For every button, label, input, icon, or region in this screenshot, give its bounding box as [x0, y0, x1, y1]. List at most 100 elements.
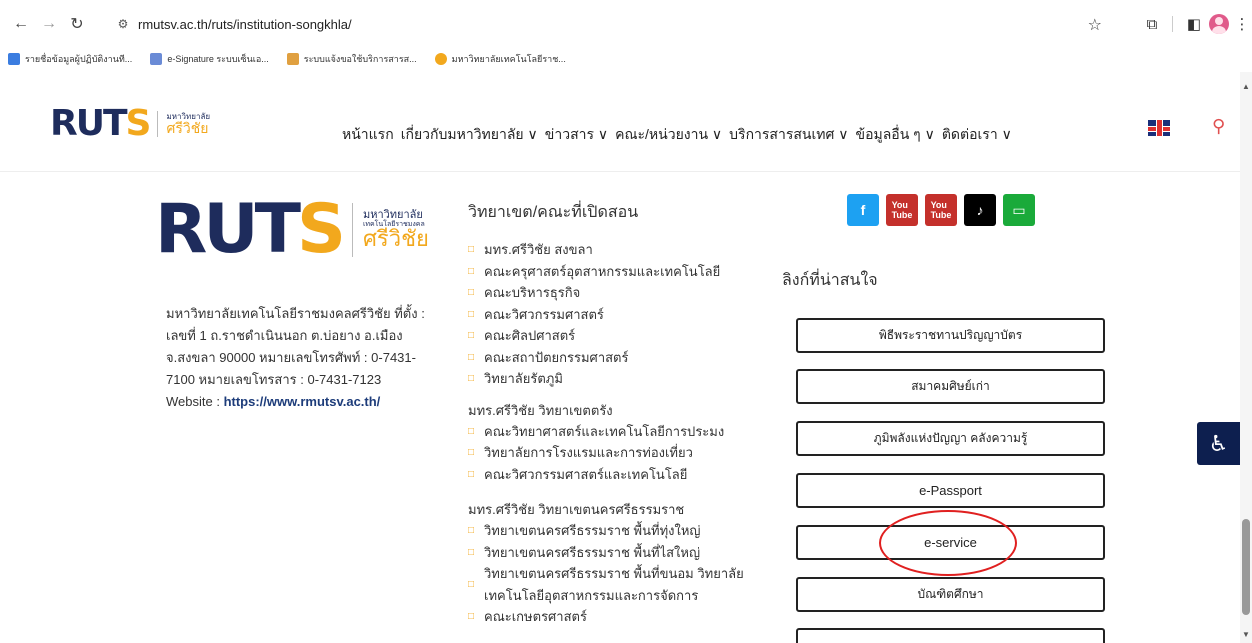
footer-logo-thai-top: มหาวิทยาลัย	[362, 209, 423, 221]
toolbar-divider	[1172, 16, 1173, 32]
scroll-up-icon[interactable]: ▲	[1242, 82, 1250, 91]
bullet-icon: □	[468, 265, 475, 277]
bullet-icon: □	[468, 447, 475, 458]
logo-thai-bottom: ศรีวิชัย	[166, 120, 209, 136]
list-item[interactable]: □ คณะบริหารธุรกิจ	[468, 282, 768, 304]
tiktok-icon[interactable]: ♪	[964, 194, 996, 226]
profile-avatar[interactable]	[1208, 13, 1230, 35]
bookmark-item[interactable]: ระบบแจ้งขอใช้บริการสารส...	[286, 52, 417, 66]
list-item[interactable]: □ คณะวิศวกรรมศาสตร์	[468, 304, 768, 326]
accessibility-icon[interactable]: ♿	[1197, 422, 1240, 465]
bullet-icon: □	[468, 525, 475, 536]
scroll-down-icon[interactable]: ▼	[1242, 630, 1250, 639]
scrollbar-thumb[interactable]	[1242, 519, 1250, 615]
menu-it-services[interactable]: บริการสารสนเทศ ∨	[729, 124, 848, 146]
footer-logo-text: RUTS	[155, 190, 346, 269]
back-arrow-icon[interactable]: ←	[10, 13, 32, 35]
site-header: RUTS มหาวิทยาลัย ศรีวิชัย หน้าแรก เกี่ยว…	[0, 72, 1240, 172]
address-line: จ.สงขลา 90000 หมายเลขโทรศัพท์ : 0-7431-	[166, 350, 416, 365]
bullet-icon: □	[468, 611, 475, 622]
bullet-icon: □	[468, 546, 475, 558]
youtube-icon[interactable]: You Tube	[925, 194, 957, 226]
website-link[interactable]: https://www.rmutsv.ac.th/	[224, 394, 381, 409]
bullet-icon: □	[468, 579, 475, 590]
facebook-icon[interactable]: f	[847, 194, 879, 226]
list-item[interactable]: □ คณะเกษตรศาสตร์	[468, 606, 768, 628]
website-label: Website :	[166, 394, 224, 409]
list-item[interactable]: □ วิทยาเขตนครศรีธรรมราช พื้นที่ไสใหญ่	[468, 542, 768, 564]
campus-title: วิทยาเขต/คณะที่เปิดสอน	[468, 204, 639, 221]
website-line: Website : https://www.rmutsv.ac.th/	[166, 391, 436, 413]
address-line: เลขที่ 1 ถ.ราชดำเนินนอก ต.บ่อยาง อ.เมือง	[166, 328, 403, 343]
url-text[interactable]: rmutsv.ac.th/ruts/institution-songkhla/	[138, 17, 352, 32]
logo-divider	[157, 111, 159, 137]
list-item[interactable]: □ คณะครุศาสตร์อุตสาหกรรมและเทคโนโลยี	[468, 261, 768, 283]
menu-dots-icon[interactable]: ⋮	[1231, 13, 1252, 35]
bullet-icon: □	[468, 425, 475, 437]
menu-faculties[interactable]: คณะ/หน่วยงาน ∨	[615, 124, 722, 146]
forward-arrow-icon[interactable]: →	[38, 13, 60, 35]
logo-text: RUTS	[50, 103, 151, 144]
footer-logo-thai: มหาวิทยาลัย เทคโนโลยีราชมงคล ศรีวิชัย	[363, 210, 429, 250]
reload-icon[interactable]: ↻	[66, 13, 88, 35]
address-bar[interactable]: ⚙ rmutsv.ac.th/ruts/institution-songkhla…	[100, 9, 1112, 39]
english-flag-icon[interactable]	[1148, 120, 1170, 136]
logo-thai: มหาวิทยาลัย ศรีวิชัย	[166, 113, 210, 136]
alumni-link-button[interactable]: สมาคมศิษย์เก่า	[796, 369, 1105, 404]
menu-other[interactable]: ข้อมูลอื่น ๆ ∨	[856, 124, 935, 146]
list-item[interactable]: □ คณะวิทยาศาสตร์และเทคโนโลยีการประมง	[468, 421, 768, 443]
flame-icon	[286, 53, 299, 65]
bookmark-item[interactable]: รายชื่อข้อมูลผู้ปฏิบัติงานที...	[8, 52, 132, 66]
menu-news[interactable]: ข่าวสาร ∨	[545, 124, 608, 146]
footer-logo: RUTS มหาวิทยาลัย เทคโนโลยีราชมงคล ศรีวิช…	[155, 196, 429, 264]
bullet-icon: □	[468, 373, 475, 384]
bookmark-item[interactable]: e-Signature ระบบเซ็นเอ...	[150, 52, 269, 66]
list-item-line: วิทยาเขตนครศรีธรรมราช พื้นที่ขนอม วิทยาล…	[484, 566, 744, 581]
list-item[interactable]: □ คณะวิศวกรรมศาสตร์และเทคโนโลยี	[468, 464, 768, 486]
bullet-icon: □	[468, 308, 475, 320]
list-item[interactable]: □ วิทยาลัยการโรงแรมและการท่องเที่ยว	[468, 442, 768, 464]
drive-icon	[8, 53, 20, 65]
bookmark-star-icon[interactable]: ☆	[1088, 15, 1102, 35]
bookmark-item[interactable]: มหาวิทยาลัยเทคโนโลยีราช...	[434, 52, 566, 66]
campus-list: วิทยาเขต/คณะที่เปิดสอน □ มทร.ศรีวิชัย สงข…	[468, 200, 768, 628]
graduate-studies-link-button[interactable]: บัณฑิตศึกษา	[796, 577, 1105, 612]
bookmark-label: รายชื่อข้อมูลผู้ปฏิบัติงานที...	[25, 54, 133, 64]
line-icon[interactable]: ▭	[1003, 194, 1035, 226]
search-icon[interactable]: ⚲	[1212, 116, 1225, 137]
header-logo[interactable]: RUTS มหาวิทยาลัย ศรีวิชัย	[50, 106, 210, 142]
site-info-icon[interactable]: ⚙	[114, 15, 132, 33]
e-passport-link-button[interactable]: e-Passport	[796, 473, 1105, 508]
list-item[interactable]: □ วิทยาเขตนครศรีธรรมราช พื้นที่ทุ่งใหญ่	[468, 520, 768, 542]
extensions-icon[interactable]: ⧉	[1141, 13, 1163, 35]
university-address: มหาวิทยาลัยเทคโนโลยีราชมงคลศรีวิชัย ที่ต…	[166, 303, 436, 413]
bookmarks-bar: รายชื่อข้อมูลผู้ปฏิบัติงานที... e-Signat…	[0, 46, 1252, 72]
menu-contact[interactable]: ติดต่อเรา ∨	[942, 124, 1012, 146]
interest-title: ลิงก์ที่น่าสนใจ	[782, 272, 878, 289]
side-panel-icon[interactable]: ◧	[1183, 13, 1205, 35]
menu-home[interactable]: หน้าแรก	[342, 124, 394, 146]
bullet-icon: □	[468, 468, 475, 480]
main-menu: หน้าแรก เกี่ยวกับมหาวิทยาลัย ∨ ข่าวสาร ∨…	[342, 124, 1019, 146]
list-item[interactable]: □ คณะสถาปัตยกรรมศาสตร์	[468, 347, 768, 369]
footer-logo-divider	[351, 203, 353, 257]
menu-about[interactable]: เกี่ยวกับมหาวิทยาลัย ∨	[401, 124, 538, 146]
bookmark-label: ระบบแจ้งขอใช้บริการสารส...	[303, 54, 417, 64]
link-button-partial[interactable]	[796, 628, 1105, 643]
knowledge-link-button[interactable]: ภูมิพลังแห่งปัญญา คลังความรู้	[796, 421, 1105, 456]
nakhon-title: มทร.ศรีวิชัย วิทยาเขตนครศรีธรรมราช	[468, 502, 685, 517]
graduation-link-button[interactable]: พิธีพระราชทานปริญญาบัตร	[796, 318, 1105, 353]
bullet-icon: □	[468, 244, 475, 255]
browser-toolbar: ← → ↻ ⚙ rmutsv.ac.th/ruts/institution-so…	[0, 0, 1252, 46]
list-item[interactable]: □ มทร.ศรีวิชัย สงขลา	[468, 239, 768, 261]
trang-title: มทร.ศรีวิชัย วิทยาเขตตรัง	[468, 402, 613, 418]
list-item-line: เทคโนโลยีอุตสาหกรรมและการจัดการ	[484, 587, 699, 603]
bullet-icon: □	[468, 351, 475, 363]
list-item[interactable]: □ คณะศิลปศาสตร์	[468, 325, 768, 347]
footer-logo-thai-bottom: ศรีวิชัย	[362, 226, 429, 251]
signature-icon	[150, 53, 163, 65]
youtube-icon[interactable]: You Tube	[886, 194, 918, 226]
list-item[interactable]: □ วิทยาลัยรัตภูมิ	[468, 368, 768, 390]
highlight-circle	[879, 510, 1017, 576]
list-item[interactable]: □ วิทยาเขตนครศรีธรรมราช พื้นที่ขนอม วิทยา…	[468, 563, 768, 606]
